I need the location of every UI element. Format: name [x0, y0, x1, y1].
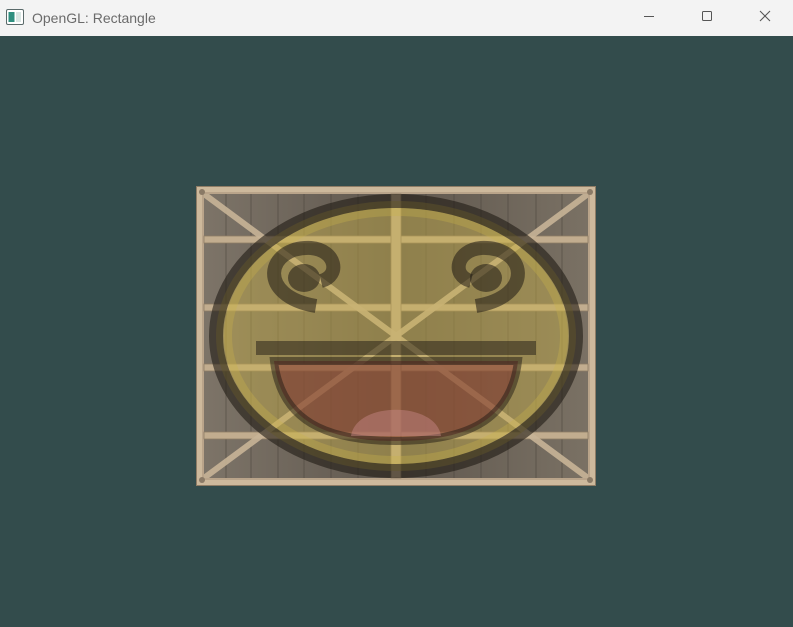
opengl-app-icon	[6, 9, 24, 25]
opengl-viewport[interactable]	[0, 36, 793, 627]
minimize-icon	[643, 9, 655, 27]
textured-rectangle	[196, 186, 596, 486]
minimize-button[interactable]	[620, 0, 678, 36]
close-button[interactable]	[736, 0, 793, 36]
awesome-face-texture	[209, 194, 583, 478]
window-title: OpenGL: Rectangle	[32, 10, 156, 26]
maximize-icon	[701, 9, 713, 27]
maximize-button[interactable]	[678, 0, 736, 36]
close-icon	[759, 9, 771, 27]
app-window: OpenGL: Rectangle	[0, 0, 793, 627]
title-bar[interactable]: OpenGL: Rectangle	[0, 0, 793, 36]
